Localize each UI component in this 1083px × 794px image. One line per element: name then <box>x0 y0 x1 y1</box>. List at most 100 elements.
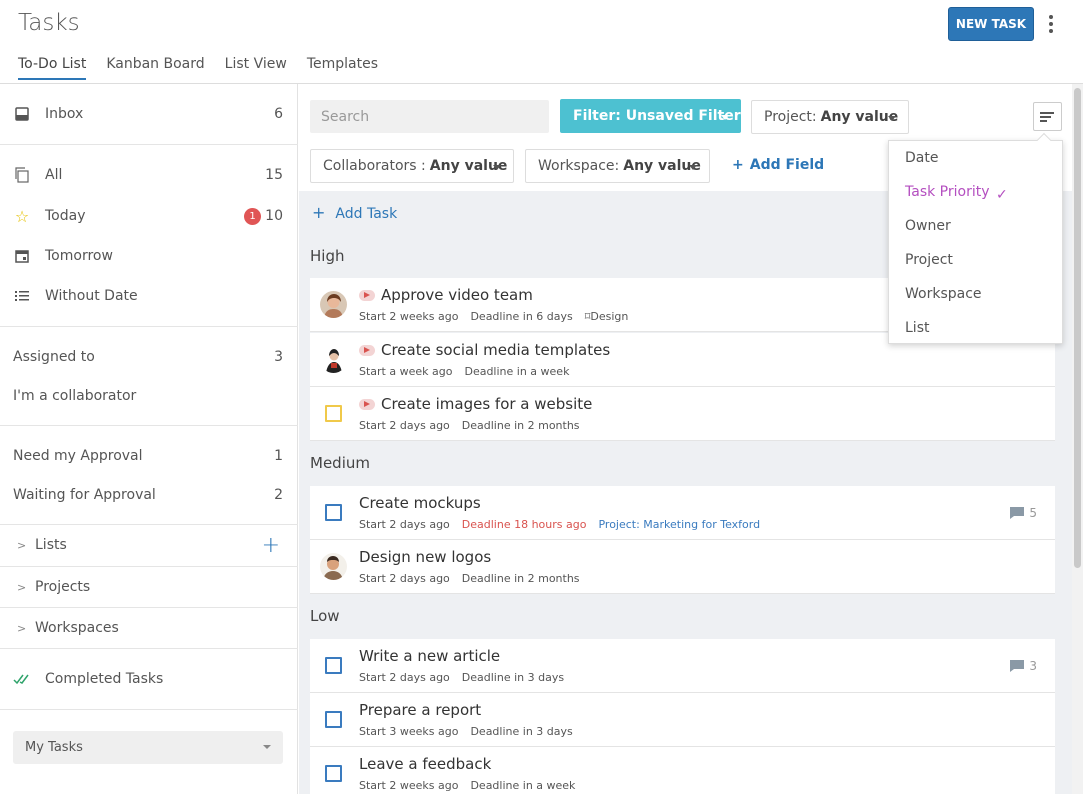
task-title[interactable]: Prepare a report <box>359 701 481 719</box>
task-comments[interactable]: 5 <box>1009 506 1037 520</box>
sidebar-item-label: I'm a collaborator <box>13 388 137 404</box>
scrollbar[interactable] <box>1072 84 1083 794</box>
sidebar: Inbox 6 All 15 ☆ Today 1 10 Tomorrow Wit… <box>0 84 298 794</box>
sidebar-item-inbox[interactable]: Inbox 6 <box>0 96 298 132</box>
sidebar-item-all[interactable]: All 15 <box>0 157 298 193</box>
high-priority-icon <box>359 344 375 356</box>
task-title[interactable]: Create social media templates <box>381 341 610 359</box>
comment-icon <box>1010 660 1025 672</box>
task-title[interactable]: Create mockups <box>359 494 481 512</box>
task-comments-count: 3 <box>1029 659 1037 673</box>
sidebar-item-completed[interactable]: Completed Tasks <box>0 661 298 697</box>
my-tasks-select-value: My Tasks <box>25 740 83 755</box>
top-bar: Tasks NEW TASK To-Do List Kanban Board L… <box>0 0 1083 84</box>
divider <box>0 607 298 608</box>
task-checkbox[interactable] <box>325 504 342 521</box>
sidebar-item-label: Today <box>45 208 86 224</box>
page-title: Tasks <box>18 10 80 36</box>
task-checkbox[interactable] <box>325 765 342 782</box>
tab-list-view[interactable]: List View <box>225 56 287 80</box>
sort-option-list[interactable]: List <box>905 320 929 336</box>
task-title[interactable]: Design new logos <box>359 548 491 566</box>
sidebar-item-tomorrow[interactable]: Tomorrow <box>0 238 298 274</box>
sidebar-item-label: Tomorrow <box>45 248 113 264</box>
tab-todo-list[interactable]: To-Do List <box>18 56 87 80</box>
sidebar-item-label: Waiting for Approval <box>13 487 156 503</box>
task-title[interactable]: Create images for a website <box>381 395 592 413</box>
sidebar-item-assigned[interactable]: Assigned to 3 <box>0 339 298 375</box>
search-input[interactable]: Search <box>310 100 549 133</box>
task-row[interactable]: Create images for a website Start 2 days… <box>310 387 1055 441</box>
caret-down-icon <box>689 165 697 170</box>
collaborators-filter[interactable]: Collaborators : Any value <box>310 149 514 183</box>
tab-kanban-board[interactable]: Kanban Board <box>106 56 204 80</box>
task-row[interactable]: Create mockups Start 2 days ago Deadline… <box>310 486 1055 540</box>
sidebar-item-workspaces[interactable]: > Workspaces <box>0 610 298 646</box>
chevron-right-icon: > <box>17 580 27 594</box>
filter-button[interactable]: Filter: Unsaved Filter <box>560 99 741 133</box>
sidebar-item-lists[interactable]: > Lists + <box>0 527 298 563</box>
sidebar-item-today[interactable]: ☆ Today 1 10 <box>0 198 298 234</box>
add-list-icon[interactable]: + <box>262 533 280 558</box>
collaborators-filter-label: Collaborators : <box>323 158 426 174</box>
filter-button-label: Filter: Unsaved Filter <box>573 108 741 124</box>
task-title[interactable]: Leave a feedback <box>359 755 491 773</box>
task-checkbox[interactable] <box>325 657 342 674</box>
divider <box>0 326 298 327</box>
comment-icon <box>1010 507 1025 519</box>
sort-option-task-priority[interactable]: Task Priority <box>905 184 990 200</box>
my-tasks-select[interactable]: My Tasks <box>13 731 283 764</box>
task-comments[interactable]: 3 <box>1009 659 1037 673</box>
high-priority-icon <box>359 398 375 410</box>
high-priority-icon <box>359 289 375 301</box>
task-row[interactable]: Prepare a report Start 3 weeks ago Deadl… <box>310 693 1055 747</box>
sidebar-item-count: 15 <box>265 167 283 183</box>
new-task-button[interactable]: NEW TASK <box>948 7 1034 41</box>
more-options-icon[interactable] <box>1044 10 1058 38</box>
sort-menu: Date Task Priority ✓ Owner Project Works… <box>888 132 1063 344</box>
task-row[interactable]: Leave a feedback Start 2 weeks ago Deadl… <box>310 747 1055 794</box>
sidebar-item-label: Need my Approval <box>13 448 143 464</box>
sort-option-date[interactable]: Date <box>905 150 938 166</box>
double-check-icon <box>13 670 31 688</box>
sort-option-owner[interactable]: Owner <box>905 218 951 234</box>
tab-templates[interactable]: Templates <box>307 56 378 80</box>
task-row[interactable]: Write a new article Start 2 days ago Dea… <box>310 639 1055 693</box>
add-task-button[interactable]: + Add Task <box>312 203 397 222</box>
task-checkbox[interactable] <box>325 711 342 728</box>
list-icon <box>13 287 31 305</box>
task-project-link[interactable]: Project: Marketing for Texford <box>598 518 760 531</box>
add-field-button[interactable]: + Add Field <box>732 157 824 173</box>
task-title[interactable]: Write a new article <box>359 647 500 665</box>
sidebar-item-collaborator[interactable]: I'm a collaborator <box>0 378 298 414</box>
project-filter[interactable]: Project: Any value <box>751 100 909 134</box>
workspace-filter[interactable]: Workspace: Any value <box>525 149 710 183</box>
sidebar-item-need-approval[interactable]: Need my Approval 1 <box>0 438 298 474</box>
sort-option-project[interactable]: Project <box>905 252 953 268</box>
sidebar-item-count: 10 <box>265 208 283 224</box>
task-row[interactable]: Design new logos Start 2 days ago Deadli… <box>310 540 1055 594</box>
sidebar-item-label: Inbox <box>45 106 84 122</box>
sidebar-item-count: 2 <box>274 487 283 503</box>
task-start: Start 3 weeks ago <box>359 725 459 738</box>
task-deadline: Deadline in 2 months <box>461 419 580 432</box>
sidebar-item-label: Lists <box>35 537 67 553</box>
sidebar-item-projects[interactable]: > Projects <box>0 569 298 605</box>
sort-icon[interactable] <box>1033 102 1062 131</box>
sidebar-item-label: Assigned to <box>13 349 95 365</box>
sidebar-item-waiting-approval[interactable]: Waiting for Approval 2 <box>0 477 298 513</box>
task-checkbox[interactable] <box>325 405 342 422</box>
task-deadline: Deadline in a week <box>470 779 576 792</box>
sidebar-item-count: 3 <box>274 349 283 365</box>
sidebar-item-count: 6 <box>274 106 283 122</box>
project-filter-value: Any value <box>820 109 899 125</box>
task-start: Start 2 weeks ago <box>359 779 459 792</box>
inbox-icon <box>13 105 31 123</box>
sort-option-workspace[interactable]: Workspace <box>905 286 982 302</box>
task-deadline: Deadline in a week <box>464 365 570 378</box>
sidebar-item-label: Without Date <box>45 288 138 304</box>
task-title[interactable]: Approve video team <box>381 286 533 304</box>
scrollbar-thumb[interactable] <box>1074 88 1081 568</box>
sidebar-item-without-date[interactable]: Without Date <box>0 278 298 314</box>
divider <box>0 144 298 145</box>
